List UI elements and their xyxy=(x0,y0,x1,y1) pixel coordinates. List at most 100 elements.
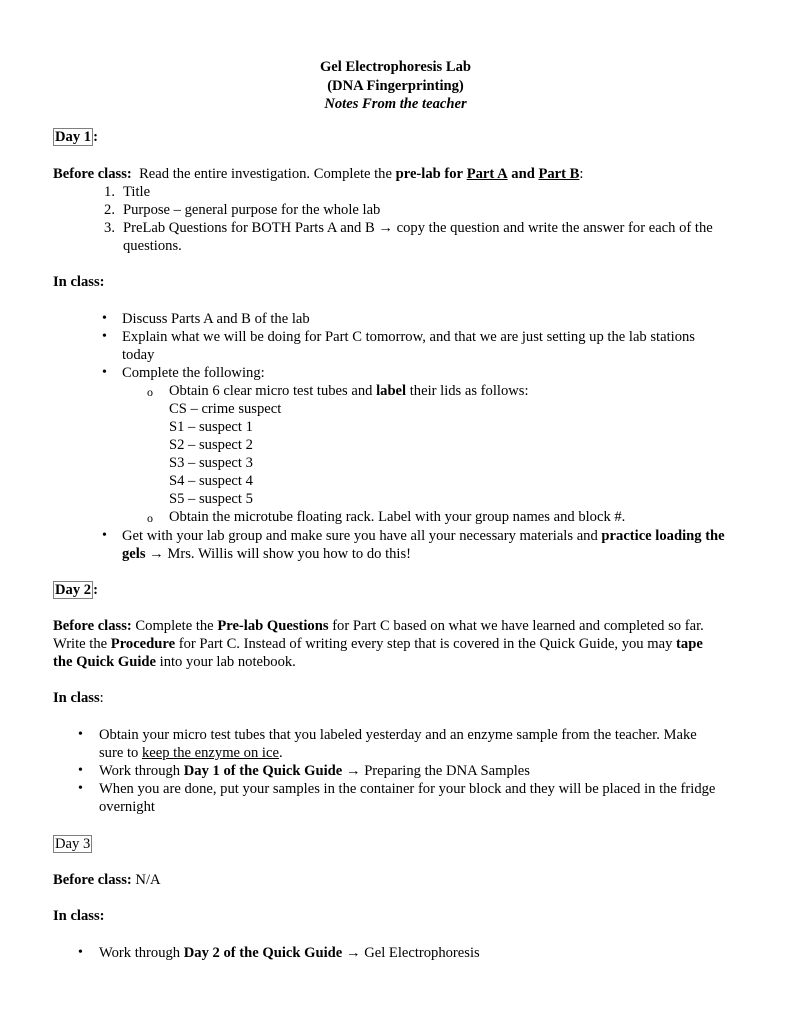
text: Work through xyxy=(99,945,181,961)
text: Work through xyxy=(99,763,181,779)
bullet-icon: • xyxy=(78,727,83,742)
colon: : xyxy=(93,129,98,145)
document-subtitle: (DNA Fingerprinting) xyxy=(327,77,464,94)
document-header: Gel Electrophoresis Lab (DNA Fingerprint… xyxy=(0,58,791,114)
list-number: 1. xyxy=(104,184,115,200)
before-class-label: Before class: xyxy=(53,872,132,888)
quick-guide-day2-bold: Day 2 of the Quick Guide xyxy=(183,945,343,961)
tape-bold: tape xyxy=(676,636,703,652)
day1-in-class-label: In class: xyxy=(53,274,105,290)
text: Preparing the DNA Samples xyxy=(364,763,530,779)
bullet-icon: • xyxy=(102,311,107,326)
circle-bullet-icon: o xyxy=(147,511,153,525)
text: Obtain 6 clear micro test tubes and xyxy=(169,383,373,399)
day2-before-class-line1: Before class: Complete the Pre-lab Quest… xyxy=(53,617,704,635)
arrow-right-icon: → xyxy=(378,220,393,236)
text: Complete the xyxy=(135,618,214,634)
list-item-continuation: gels → Mrs. Willis will show you how to … xyxy=(122,545,411,563)
list-number: 2. xyxy=(104,202,115,218)
before-class-label: Before class: xyxy=(53,166,132,182)
before-class-label: Before class: xyxy=(53,618,132,634)
part-b-underlined: Part B xyxy=(538,166,580,182)
day2-before-class-line3: the Quick Guide into your lab notebook. xyxy=(53,653,296,671)
list-item: Title xyxy=(123,184,151,200)
arrow-right-icon: → xyxy=(149,546,164,562)
day3-heading: Day 3 xyxy=(53,835,93,853)
label-bold: label xyxy=(376,383,407,399)
list-item: Complete the following: xyxy=(122,365,265,381)
sub-list-item: Obtain 6 clear micro test tubes and labe… xyxy=(169,382,529,400)
prelab-bold: pre-lab for xyxy=(395,166,464,182)
bullet-icon: • xyxy=(78,763,83,778)
list-item: Explain what we will be doing for Part C… xyxy=(122,329,695,345)
day2-heading-box: Day 2 xyxy=(53,581,94,599)
document-page: Gel Electrophoresis Lab (DNA Fingerprint… xyxy=(0,0,791,1024)
before-class-text: Read the entire investigation. Complete … xyxy=(139,166,392,182)
and-bold: and xyxy=(511,166,535,182)
procedure-bold: Procedure xyxy=(110,636,176,652)
tube-label: S3 – suspect 3 xyxy=(169,455,253,471)
gels-bold: gels xyxy=(122,546,146,562)
prelab-questions-bold: Pre-lab Questions xyxy=(217,618,329,634)
day1-heading-box: Day 1 xyxy=(53,128,94,146)
day2-heading: Day 2: xyxy=(53,581,98,599)
tube-label: CS – crime suspect xyxy=(169,401,282,417)
sub-list-item: Obtain the microtube floating rack. Labe… xyxy=(169,509,626,525)
day3-before-class: Before class: N/A xyxy=(53,871,161,889)
document-byline: Notes From the teacher xyxy=(324,96,467,112)
bullet-icon: • xyxy=(78,781,83,796)
day2-in-class-label: In class: xyxy=(53,689,104,707)
arrow-right-icon: → xyxy=(345,945,361,961)
circle-bullet-icon: o xyxy=(147,385,153,399)
text: for Part C based on what we have learned… xyxy=(332,618,704,634)
day1-heading: Day 1: xyxy=(53,128,98,146)
colon: : xyxy=(93,582,98,598)
bullet-icon: • xyxy=(102,528,107,543)
text: sure to xyxy=(99,745,139,761)
day3-in-class-label: In class: xyxy=(53,908,105,924)
tube-label: S2 – suspect 2 xyxy=(169,437,253,453)
list-item: Work through Day 1 of the Quick Guide → … xyxy=(99,762,530,780)
text: Get with your lab group and make sure yo… xyxy=(122,528,598,544)
list-item: Discuss Parts A and B of the lab xyxy=(122,311,310,327)
text: into your lab notebook. xyxy=(159,654,296,670)
list-item-text: PreLab Questions for BOTH Parts A and B xyxy=(123,220,375,236)
text: Gel Electrophoresis xyxy=(364,945,480,961)
list-item-continuation: today xyxy=(122,347,155,363)
text: . xyxy=(278,745,283,761)
text: their lids as follows: xyxy=(409,383,529,399)
list-item: When you are done, put your samples in t… xyxy=(99,781,716,797)
arrow-right-icon: → xyxy=(345,763,361,779)
day2-before-class-line2: Write the Procedure for Part C. Instead … xyxy=(53,635,703,653)
text: Mrs. Willis will show you how to do this… xyxy=(167,546,412,562)
day3-heading-box: Day 3 xyxy=(53,835,93,853)
document-title: Gel Electrophoresis Lab xyxy=(319,59,472,75)
bullet-icon: • xyxy=(78,945,83,960)
list-number: 3. xyxy=(104,220,115,236)
colon: : xyxy=(99,690,104,706)
text: Write the xyxy=(53,636,108,652)
text: for Part C. Instead of writing every ste… xyxy=(178,636,673,652)
list-item: Work through Day 2 of the Quick Guide → … xyxy=(99,944,480,962)
list-item: Obtain your micro test tubes that you la… xyxy=(99,727,697,743)
bullet-icon: • xyxy=(102,365,107,380)
before-class-text: N/A xyxy=(135,872,161,888)
bullet-icon: • xyxy=(102,329,107,344)
list-item-continuation: overnight xyxy=(99,799,155,815)
list-item-continuation: sure to keep the enzyme on ice. xyxy=(99,744,283,762)
in-class-label: In class xyxy=(53,690,100,706)
tube-label: S1 – suspect 1 xyxy=(169,419,253,435)
list-item-continuation: questions. xyxy=(123,238,182,254)
list-item: PreLab Questions for BOTH Parts A and B … xyxy=(123,219,713,237)
colon: : xyxy=(579,166,584,182)
list-item-text: copy the question and write the answer f… xyxy=(396,220,713,236)
quick-guide-bold: the Quick Guide xyxy=(53,654,156,670)
list-item: Purpose – general purpose for the whole … xyxy=(123,202,381,218)
quick-guide-day1-bold: Day 1 of the Quick Guide xyxy=(183,763,343,779)
tube-label: S4 – suspect 4 xyxy=(169,473,253,489)
keep-on-ice-underlined: keep the enzyme on ice xyxy=(141,745,279,761)
part-a-underlined: Part A xyxy=(466,166,508,182)
practice-loading-bold: practice loading the xyxy=(601,528,725,544)
day1-before-class: Before class: Read the entire investigat… xyxy=(53,165,583,183)
list-item: Get with your lab group and make sure yo… xyxy=(122,527,725,545)
